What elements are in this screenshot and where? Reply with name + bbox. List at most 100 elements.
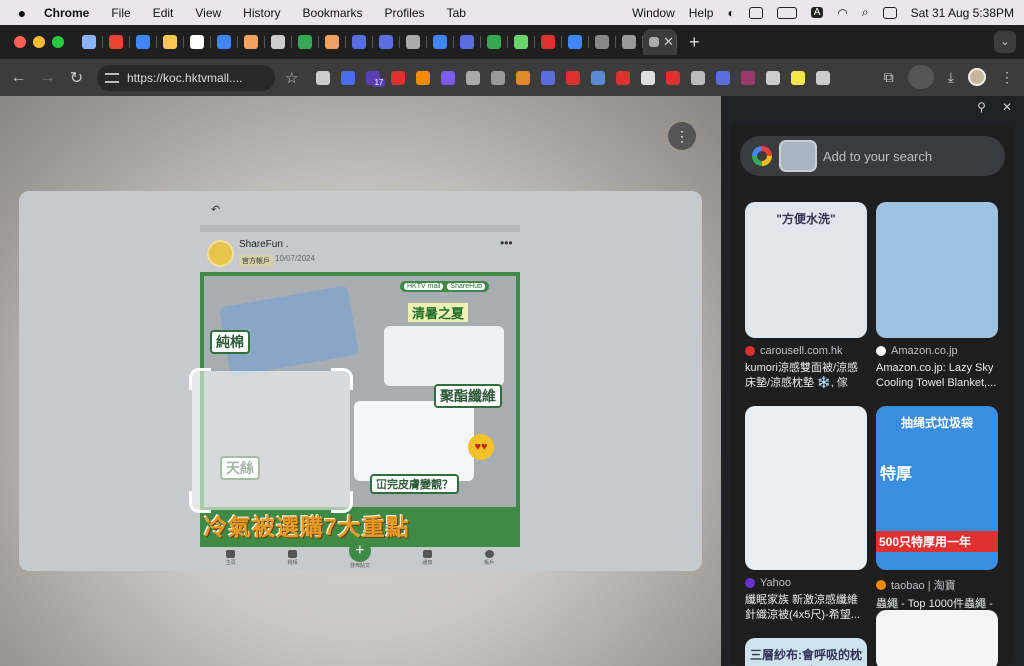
lens-result-card[interactable]: Amazon.co.jp Amazon.co.jp: Lazy Sky Cooli…: [876, 202, 998, 391]
result-image[interactable]: "方便水洗": [745, 202, 867, 338]
close-window-button[interactable]: [14, 36, 26, 48]
site-info-icon[interactable]: [105, 72, 119, 83]
dark-mode-icon[interactable]: ◐: [727, 6, 734, 20]
tab[interactable]: [589, 29, 616, 55]
nav-video[interactable]: 視頻: [287, 550, 297, 566]
result-image[interactable]: 抽绳式垃圾袋 特厚 500只特厚用一年: [876, 406, 998, 570]
clock[interactable]: Sat 31 Aug 5:38PM: [911, 6, 1014, 20]
tab[interactable]: [184, 29, 211, 55]
extension-icon[interactable]: [491, 70, 506, 85]
extension-icon[interactable]: [591, 70, 606, 85]
control-center-icon[interactable]: [882, 6, 897, 19]
new-tab-button[interactable]: +: [689, 32, 700, 53]
extension-icon[interactable]: [816, 70, 831, 85]
tab[interactable]: [265, 29, 292, 55]
tab[interactable]: [211, 29, 238, 55]
reload-button[interactable]: ↻: [62, 68, 91, 88]
tab[interactable]: [319, 29, 346, 55]
apple-icon[interactable]: ●: [0, 5, 44, 21]
tab[interactable]: [427, 29, 454, 55]
menu-profiles[interactable]: Profiles: [385, 6, 425, 20]
tab[interactable]: [76, 29, 103, 55]
lens-result-card[interactable]: 抽绳式垃圾袋 特厚 500只特厚用一年 taobao | 淘寶 蟲繩 - Top 100…: [876, 406, 998, 627]
tab-search-button[interactable]: ⌄: [994, 31, 1016, 53]
result-source[interactable]: carousell.com.hk: [745, 345, 867, 357]
extension-icon[interactable]: [766, 70, 781, 85]
extension-icon[interactable]: [391, 70, 406, 85]
post-options-icon[interactable]: •••: [500, 236, 513, 250]
input-source-icon[interactable]: A: [810, 7, 824, 18]
tab-close-icon[interactable]: ✕: [663, 34, 674, 50]
result-title[interactable]: Amazon.co.jp: Lazy Sky Cooling Towel Bla…: [876, 361, 998, 391]
screen-mirror-icon[interactable]: [748, 6, 763, 19]
result-source[interactable]: Yahoo: [745, 577, 867, 589]
tab[interactable]: [292, 29, 319, 55]
tab[interactable]: [616, 29, 643, 55]
download-icon[interactable]: ⤓: [948, 69, 954, 86]
tab[interactable]: [238, 29, 265, 55]
battery-icon[interactable]: [776, 6, 797, 19]
address-bar[interactable]: https://koc.hktvmall....: [97, 64, 275, 91]
lens-result-card[interactable]: Yahoo 纖眠家族 新激涼感纖維針織涼被(4x5尺)-希望...: [745, 406, 867, 623]
lens-result-card[interactable]: "方便水洗" carousell.com.hk kumori涼感雙面被/涼感床墊/涼…: [745, 202, 867, 391]
nav-post[interactable]: + 發佈貼文: [348, 539, 371, 569]
result-source[interactable]: Amazon.co.jp: [876, 345, 998, 357]
post-author[interactable]: ShareFun .: [239, 239, 288, 250]
extension-icon[interactable]: [541, 70, 556, 85]
extension-icon[interactable]: [791, 70, 806, 85]
lens-overlay-menu-icon[interactable]: ⋮: [668, 122, 696, 150]
extension-icon[interactable]: [466, 70, 481, 85]
result-source[interactable]: taobao | 淘寶: [876, 577, 998, 593]
author-avatar[interactable]: [207, 240, 234, 267]
extension-icon[interactable]: [741, 70, 756, 85]
chrome-menu-icon[interactable]: ⋮: [1000, 69, 1014, 86]
extension-icon[interactable]: [316, 70, 331, 85]
menu-history[interactable]: History: [243, 6, 280, 20]
extension-icon[interactable]: [416, 70, 431, 85]
tab[interactable]: [103, 29, 130, 55]
menu-edit[interactable]: Edit: [153, 6, 174, 20]
back-button[interactable]: ←: [4, 69, 33, 87]
extension-icon[interactable]: [716, 70, 731, 85]
extension-icon[interactable]: [441, 70, 456, 85]
close-panel-icon[interactable]: ✕: [1002, 100, 1012, 114]
result-image[interactable]: [876, 202, 998, 338]
tab[interactable]: [373, 29, 400, 55]
menu-help[interactable]: Help: [689, 6, 714, 20]
tab[interactable]: [130, 29, 157, 55]
tab[interactable]: [508, 29, 535, 55]
tab[interactable]: [562, 29, 589, 55]
selected-image-thumbnail[interactable]: [779, 140, 817, 172]
selection-handle-top-left[interactable]: [189, 368, 211, 390]
nav-notifications[interactable]: 通知: [423, 550, 433, 566]
selection-handle-bottom-left[interactable]: [189, 491, 211, 513]
extensions-puzzle-icon[interactable]: ⧉: [884, 69, 894, 86]
minimize-window-button[interactable]: [33, 36, 45, 48]
menu-window[interactable]: Window: [632, 6, 675, 20]
extension-icon[interactable]: [566, 70, 581, 85]
tab[interactable]: [481, 29, 508, 55]
result-image[interactable]: [876, 610, 998, 666]
extension-icon[interactable]: 17: [366, 70, 386, 87]
menu-app-name[interactable]: Chrome: [44, 6, 89, 20]
result-title[interactable]: kumori涼感雙面被/涼感床墊/涼感枕墊 ❄️, 傢俬...: [745, 361, 867, 391]
menu-bookmarks[interactable]: Bookmarks: [303, 6, 363, 20]
pin-icon[interactable]: ⚲: [977, 100, 986, 114]
extension-icon[interactable]: [641, 70, 656, 85]
result-image[interactable]: [745, 406, 867, 570]
extension-icon[interactable]: [666, 70, 681, 85]
tab[interactable]: [157, 29, 184, 55]
result-title[interactable]: 纖眠家族 新激涼感纖維針織涼被(4x5尺)-希望...: [745, 593, 867, 623]
menu-tab[interactable]: Tab: [447, 6, 466, 20]
tab[interactable]: [400, 29, 427, 55]
wifi-icon[interactable]: ◠: [837, 6, 847, 20]
menu-view[interactable]: View: [195, 6, 221, 20]
tab-active[interactable]: ✕: [643, 29, 677, 55]
google-lens-button[interactable]: [907, 65, 934, 89]
zoom-window-button[interactable]: [52, 36, 64, 48]
extension-icon[interactable]: [616, 70, 631, 85]
extension-icon[interactable]: [516, 70, 531, 85]
lens-result-card[interactable]: [876, 610, 998, 666]
lens-result-card[interactable]: 三層紗布:會呼吸的枕頭套: [745, 638, 867, 666]
bookmark-star-icon[interactable]: ☆: [285, 69, 298, 87]
